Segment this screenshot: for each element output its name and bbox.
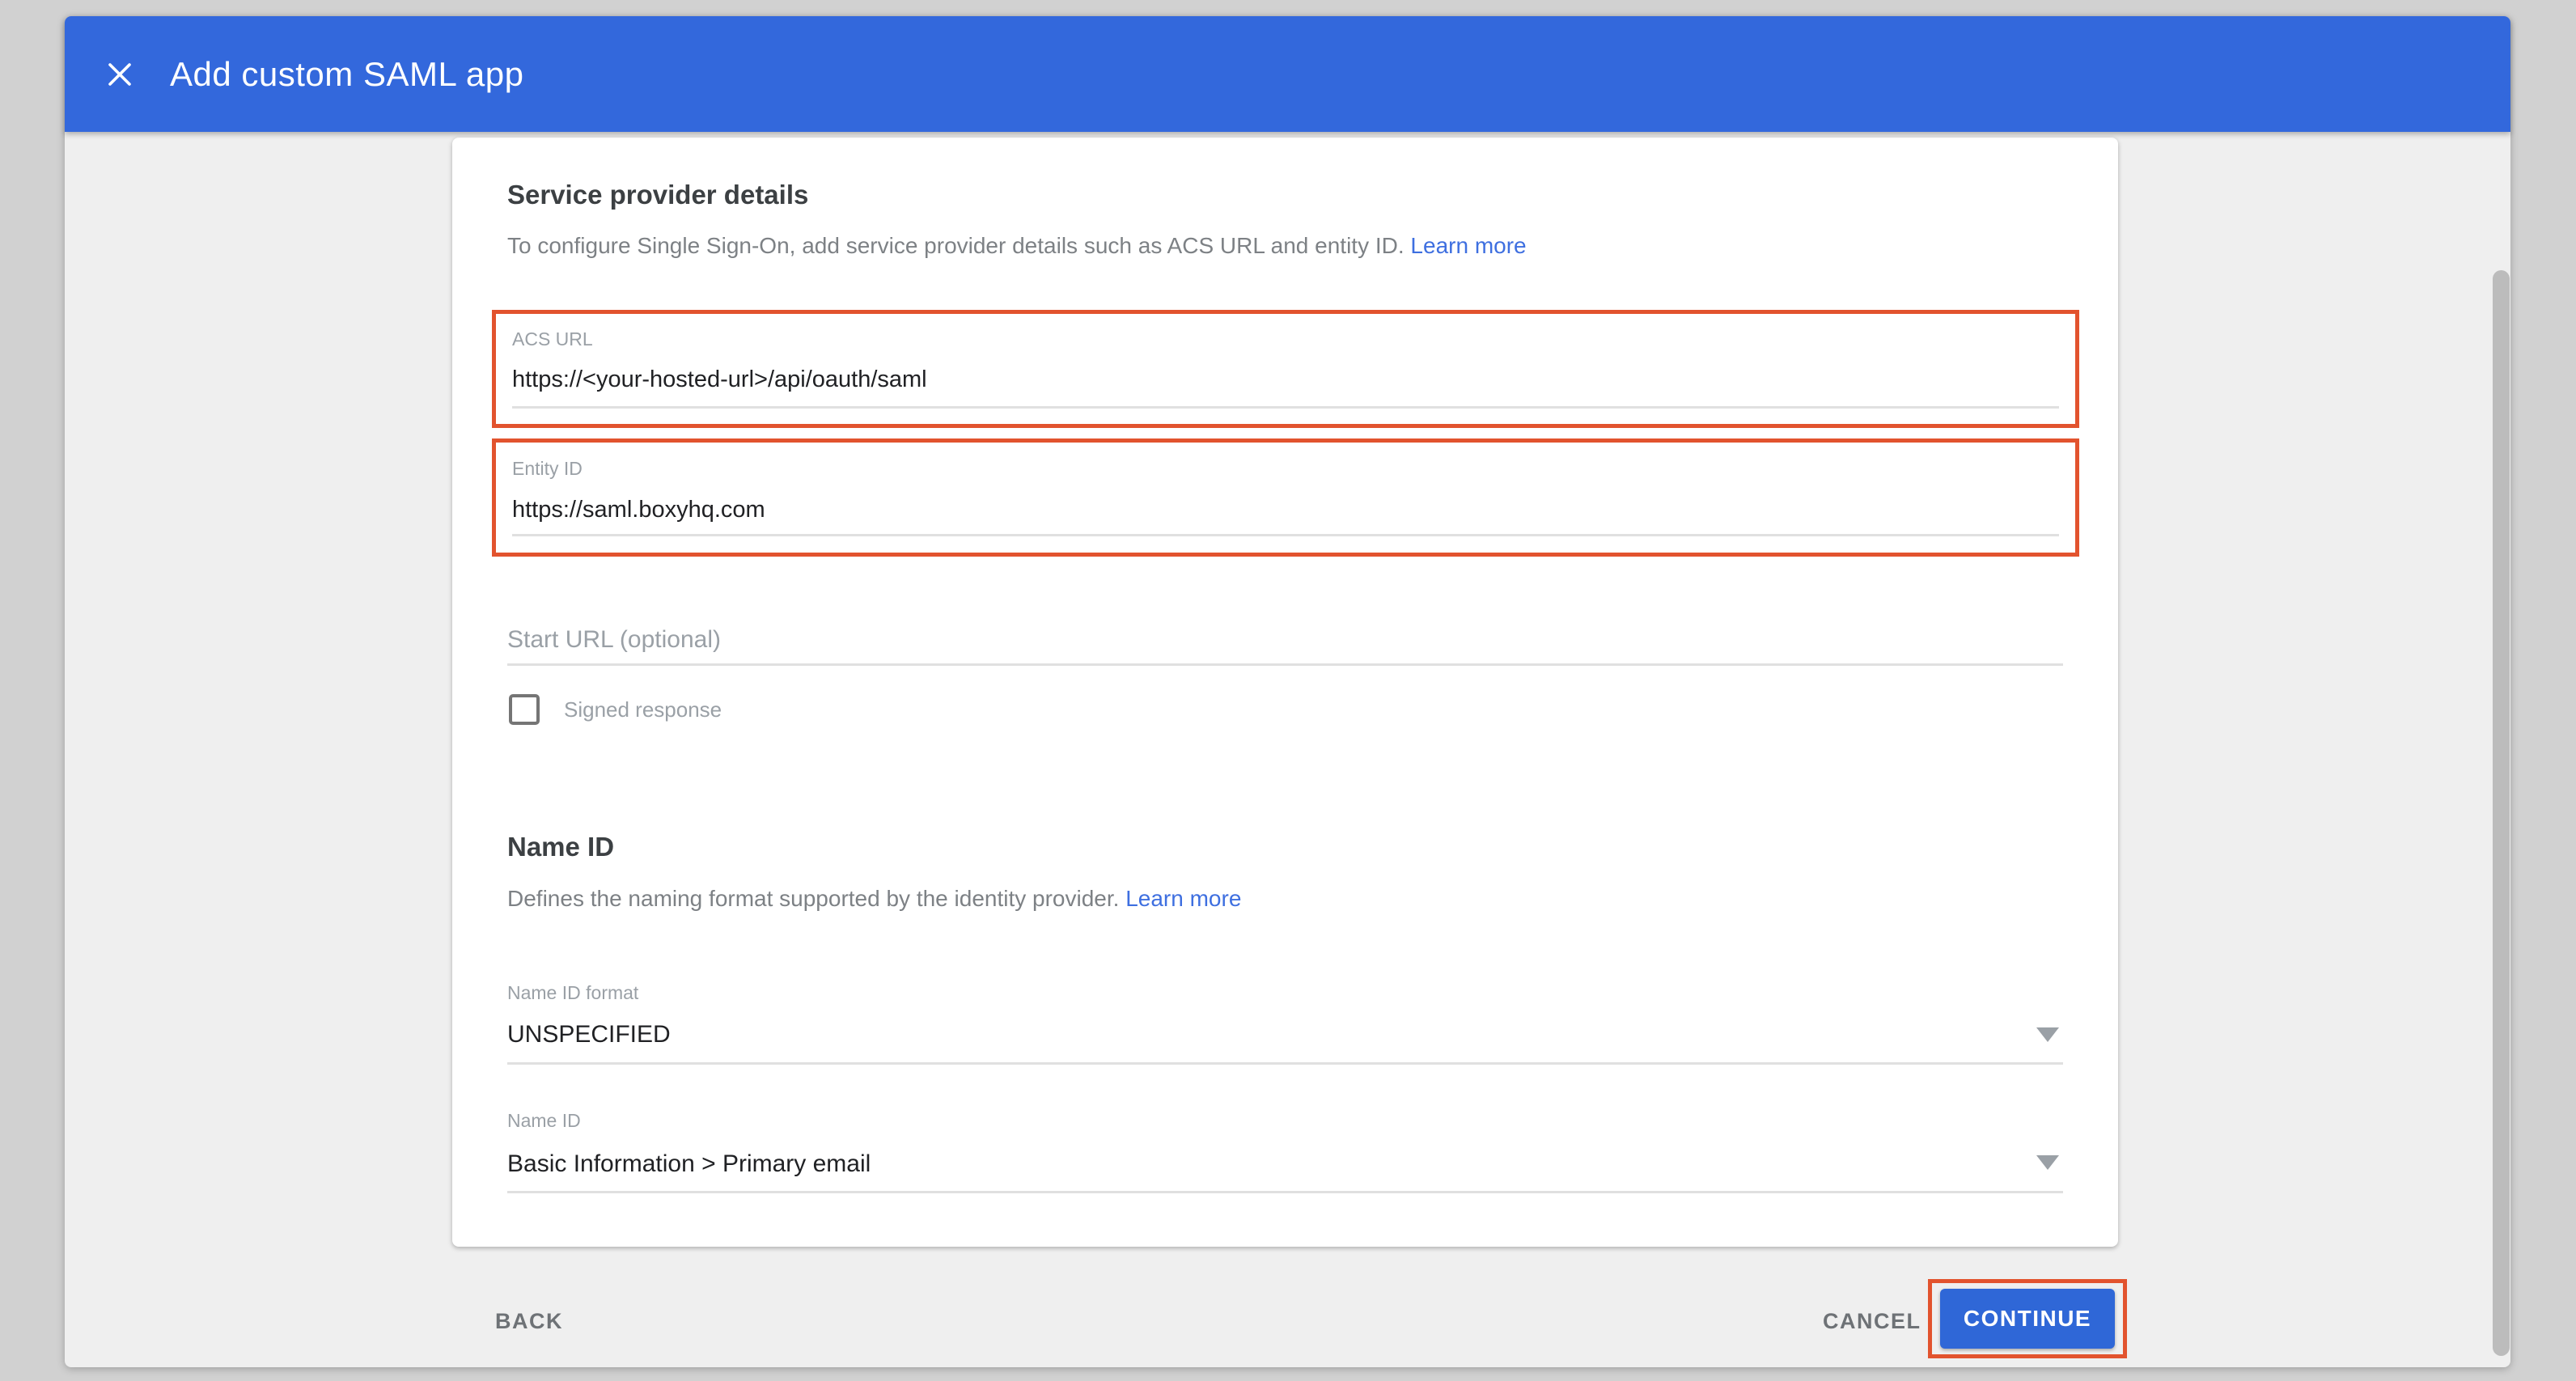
start-url-underline [507,663,2063,666]
dialog-title: Add custom SAML app [170,55,524,94]
continue-button[interactable]: CONTINUE [1940,1289,2115,1349]
name-id-heading: Name ID [507,832,614,862]
entity-id-underline [512,534,2059,536]
service-provider-card: Service provider details To configure Si… [452,138,2118,1247]
learn-more-link[interactable]: Learn more [1410,233,1526,258]
name-id-mapping-underline [507,1191,2063,1193]
description-text: Defines the naming format supported by t… [507,886,1119,911]
name-id-mapping-select[interactable]: Basic Information > Primary email [507,1150,871,1178]
service-provider-heading: Service provider details [507,180,808,210]
chevron-down-icon[interactable] [2036,1155,2059,1170]
continue-highlight-annotation: CONTINUE [1928,1279,2127,1358]
back-button[interactable]: BACK [495,1309,563,1334]
entity-id-label: Entity ID [512,458,583,480]
signed-response-checkbox[interactable] [509,694,540,725]
description-text: To configure Single Sign-On, add service… [507,233,1405,258]
dialog-header: Add custom SAML app [65,16,2510,132]
start-url-input[interactable]: Start URL (optional) [507,626,721,654]
name-id-mapping-label: Name ID [507,1110,581,1132]
chevron-down-icon[interactable] [2036,1027,2059,1042]
close-icon[interactable] [102,57,138,92]
acs-url-input[interactable]: https://<your-hosted-url>/api/oauth/saml [512,366,927,393]
name-id-format-select[interactable]: UNSPECIFIED [507,1021,671,1048]
cancel-button[interactable]: CANCEL [1823,1309,1921,1334]
acs-url-label: ACS URL [512,328,593,350]
name-id-format-label: Name ID format [507,982,638,1004]
add-custom-saml-app-dialog: Add custom SAML app Service provider det… [65,16,2510,1367]
signed-response-row: Signed response [509,694,722,725]
learn-more-link[interactable]: Learn more [1125,886,1241,911]
acs-url-underline [512,406,2059,409]
vertical-scrollbar[interactable] [2493,270,2510,1356]
name-id-format-underline [507,1062,2063,1065]
entity-id-input[interactable]: https://saml.boxyhq.com [512,497,765,523]
signed-response-label: Signed response [564,697,722,722]
service-provider-description: To configure Single Sign-On, add service… [507,233,1527,259]
name-id-description: Defines the naming format supported by t… [507,886,1241,912]
